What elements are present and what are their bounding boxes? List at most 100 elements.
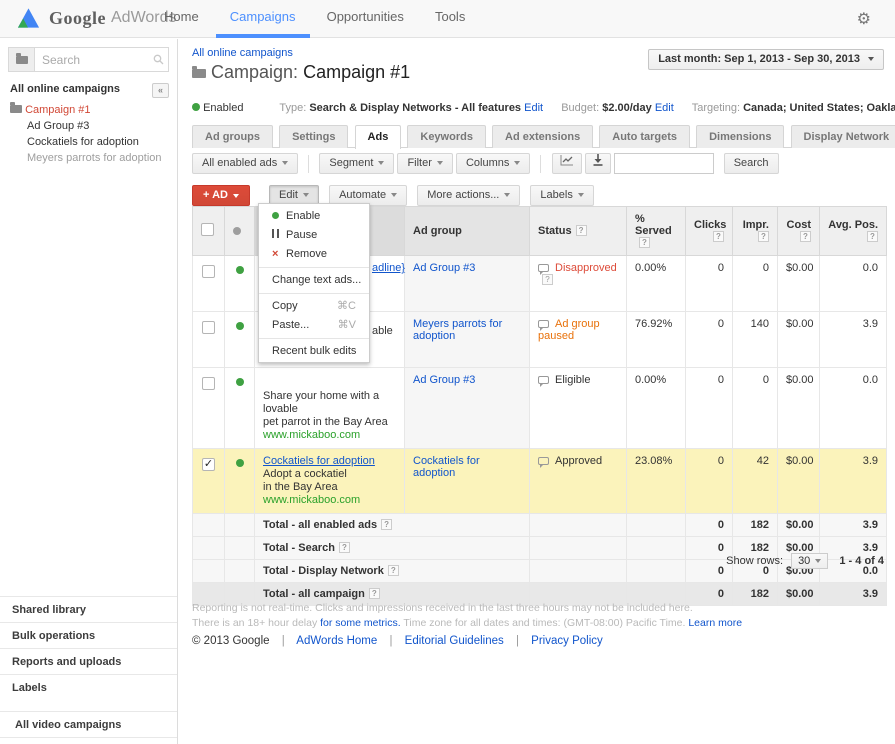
targeting-value: Canada; United States; Oakland, Californ… — [743, 102, 895, 114]
row-checkbox-checked[interactable]: ✓ — [202, 458, 215, 471]
table-search-input[interactable] — [614, 153, 714, 174]
sidebar-item-shared-library[interactable]: Shared library — [0, 596, 177, 622]
help-icon[interactable]: ? — [388, 565, 399, 576]
segment-dropdown[interactable]: Segment — [319, 153, 394, 174]
row-checkbox[interactable] — [202, 265, 215, 278]
status-dot-column-icon — [233, 227, 241, 235]
menu-item-enable[interactable]: Enable — [259, 207, 369, 226]
menu-item-remove[interactable]: ×Remove — [259, 245, 369, 264]
impr-value: 0 — [733, 368, 778, 449]
ad-group-link[interactable]: Cockatiels for adoption — [405, 449, 530, 514]
tab-settings[interactable]: Settings — [279, 125, 348, 148]
help-icon[interactable]: ? — [369, 588, 380, 599]
tab-ad-extensions[interactable]: Ad extensions — [492, 125, 593, 148]
editorial-guidelines-link[interactable]: Editorial Guidelines — [405, 635, 504, 647]
download-button[interactable] — [585, 153, 611, 174]
sidebar: « All online campaigns Campaign #1 Ad Gr… — [0, 39, 178, 744]
help-icon[interactable]: ? — [867, 231, 878, 242]
columns-dropdown[interactable]: Columns — [456, 153, 530, 174]
chevron-down-icon — [504, 193, 510, 197]
labels-dropdown-button[interactable]: Labels — [530, 185, 593, 206]
help-icon[interactable]: ? — [576, 225, 587, 236]
sidebar-item-labels[interactable]: Labels — [0, 674, 177, 700]
status-value: Eligible — [555, 374, 590, 386]
help-icon[interactable]: ? — [800, 231, 811, 242]
tree-item-campaign-1[interactable]: Campaign #1 — [10, 103, 173, 118]
tab-dimensions[interactable]: Dimensions — [696, 125, 784, 148]
row-range: 1 - 4 of 4 — [839, 555, 884, 567]
show-rows-dropdown[interactable]: 30 — [791, 553, 828, 569]
table-search-button[interactable]: Search — [724, 153, 779, 174]
column-header-cost[interactable]: Cost? — [778, 207, 820, 256]
row-checkbox[interactable] — [202, 377, 215, 390]
menu-item-recent-bulk-edits[interactable]: Recent bulk edits — [259, 342, 369, 361]
chevron-down-icon — [578, 193, 584, 197]
breadcrumb[interactable]: All online campaigns — [192, 47, 293, 59]
tab-keywords[interactable]: Keywords — [407, 125, 486, 148]
filter-dropdown[interactable]: Filter — [397, 153, 452, 174]
ad-headline-link[interactable]: Cockatiels for adoption — [263, 455, 396, 468]
tab-auto-targets[interactable]: Auto targets — [599, 125, 690, 148]
add-ad-button[interactable]: + AD — [192, 185, 250, 206]
menu-item-copy[interactable]: ⌘CCopy — [259, 297, 369, 316]
chevron-down-icon — [378, 161, 384, 165]
learn-more-link[interactable]: Learn more — [688, 617, 742, 629]
help-icon[interactable]: ? — [381, 519, 392, 530]
ad-group-link[interactable]: Ad Group #3 — [405, 256, 530, 312]
sidebar-search-input[interactable] — [35, 47, 169, 72]
menu-item-paste[interactable]: ⌘VPaste... — [259, 316, 369, 335]
some-metrics-link[interactable]: for some metrics. — [320, 617, 401, 629]
column-header-ad-group[interactable]: Ad group — [405, 207, 530, 256]
edit-type-link[interactable]: Edit — [524, 102, 543, 114]
edit-budget-link[interactable]: Edit — [655, 102, 674, 114]
column-header-clicks[interactable]: Clicks? — [686, 207, 733, 256]
column-header-impr[interactable]: Impr.? — [733, 207, 778, 256]
column-header-served[interactable]: % Served? — [627, 207, 686, 256]
campaign-tree: Campaign #1 Ad Group #3 Cockatiels for a… — [10, 103, 173, 166]
nav-item-opportunities[interactable]: Opportunities — [313, 0, 418, 38]
divider — [308, 155, 309, 173]
enabled-label[interactable]: Enabled — [203, 102, 243, 114]
tree-title[interactable]: All online campaigns — [10, 83, 120, 95]
avg-pos-value: 0.0 — [820, 368, 887, 449]
nav-item-home[interactable]: Home — [150, 0, 213, 38]
privacy-policy-link[interactable]: Privacy Policy — [531, 635, 603, 647]
help-icon[interactable]: ? — [542, 274, 553, 285]
served-value: 0.00% — [627, 368, 686, 449]
ad-group-link[interactable]: Ad Group #3 — [405, 368, 530, 449]
help-icon[interactable]: ? — [339, 542, 350, 553]
help-icon[interactable]: ? — [758, 231, 769, 242]
sidebar-item-reports-uploads[interactable]: Reports and uploads — [0, 648, 177, 674]
tree-item-ad-group-3[interactable]: Ad Group #3 — [27, 119, 173, 134]
menu-item-change-text-ads[interactable]: Change text ads... — [259, 271, 369, 290]
ad-headline-fragment[interactable]: adline} — [372, 262, 405, 274]
help-icon[interactable]: ? — [639, 237, 650, 248]
view-chart-button[interactable] — [552, 153, 582, 174]
tree-item-cockatiels[interactable]: Cockatiels for adoption — [27, 135, 173, 150]
row-checkbox[interactable] — [202, 321, 215, 334]
tab-ad-groups[interactable]: Ad groups — [192, 125, 273, 148]
tab-display-network[interactable]: Display Network — [791, 125, 895, 148]
sidebar-item-bulk-operations[interactable]: Bulk operations — [0, 622, 177, 648]
adwords-home-link[interactable]: AdWords Home — [296, 635, 377, 647]
nav-item-campaigns[interactable]: Campaigns — [216, 0, 310, 38]
ad-group-link[interactable]: Meyers parrots for adoption — [405, 312, 530, 368]
menu-item-pause[interactable]: Pause — [259, 226, 369, 245]
column-header-status[interactable]: Status? — [530, 207, 627, 256]
more-actions-dropdown-button[interactable]: More actions... — [417, 185, 520, 206]
help-icon[interactable]: ? — [713, 231, 724, 242]
view-filter-dropdown[interactable]: All enabled ads — [192, 153, 298, 174]
select-all-checkbox[interactable] — [201, 223, 214, 236]
sidebar-folder-button[interactable] — [8, 47, 35, 72]
collapse-sidebar-button[interactable]: « — [152, 83, 169, 98]
nav-item-tools[interactable]: Tools — [421, 0, 479, 38]
ad-display-url: www.mickaboo.com — [263, 494, 396, 507]
date-range-selector[interactable]: Last month: Sep 1, 2013 - Sep 30, 2013 — [648, 49, 884, 70]
column-header-avg-pos[interactable]: Avg. Pos.? — [820, 207, 887, 256]
tab-ads[interactable]: Ads — [355, 125, 402, 149]
status-value: Disapproved — [555, 262, 617, 274]
sidebar-item-all-video-campaigns[interactable]: All video campaigns — [0, 711, 177, 738]
tree-item-meyers-parrots[interactable]: Meyers parrots for adoption — [27, 151, 173, 166]
gear-icon[interactable]: ⚙ — [857, 9, 871, 29]
remove-x-icon: × — [272, 247, 286, 262]
